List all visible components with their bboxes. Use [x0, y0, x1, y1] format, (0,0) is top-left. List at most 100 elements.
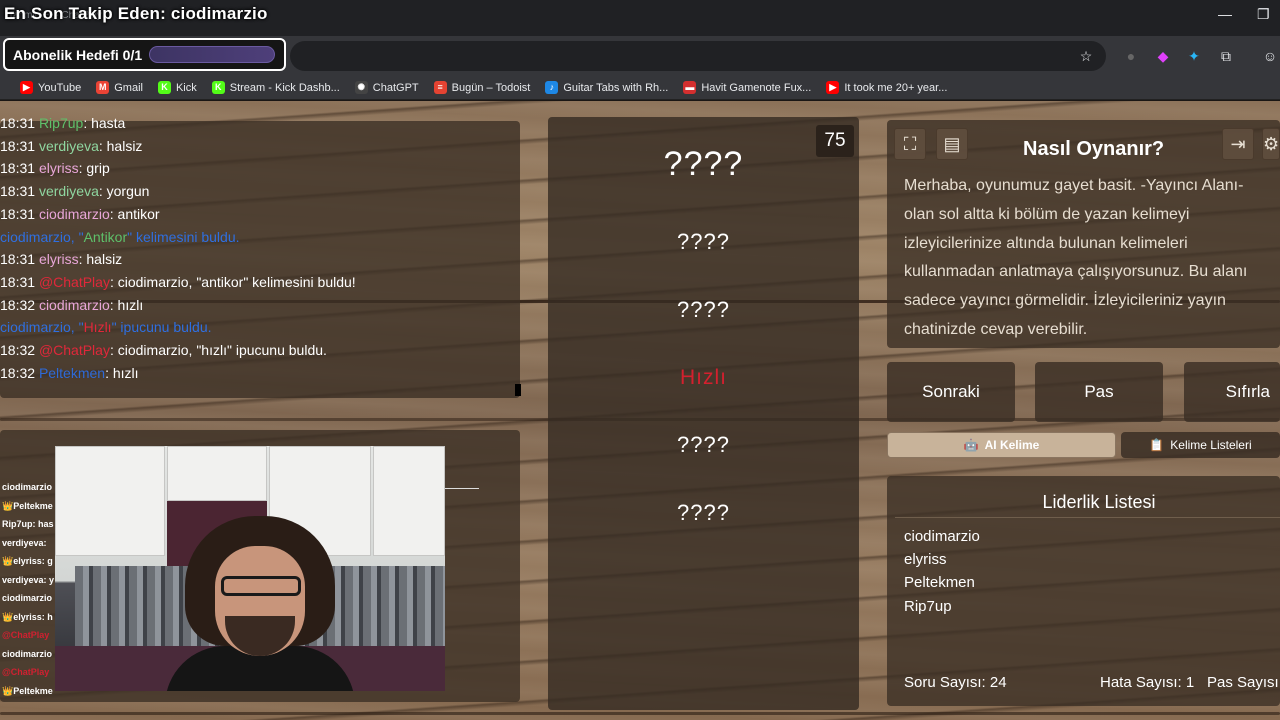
- bookmark-favicon-icon: M: [96, 81, 110, 94]
- bookmark-favicon-icon: ✺: [354, 81, 368, 94]
- hint-word: ????: [677, 297, 730, 322]
- webcam: [55, 446, 445, 691]
- bookmark-favicon-icon: ▶: [20, 81, 33, 94]
- chat-message: 18:31 elyriss: halsiz: [0, 248, 520, 271]
- overlay-chat-line: @ChatPlay: [2, 630, 50, 640]
- last-follower: En Son Takip Eden: ciodimarzio: [4, 4, 268, 23]
- overlay-chat-line: 👑Peltekme: [2, 500, 53, 511]
- pass-button[interactable]: Pas: [1035, 362, 1163, 422]
- sub-goal-label: Abonelik Hedefi 0/1: [13, 46, 143, 63]
- chat-text: hızlı: [117, 296, 144, 313]
- chat-message: 18:31 verdiyeva: halsiz: [0, 135, 520, 158]
- document-icon[interactable]: ▤: [936, 128, 968, 160]
- overlay-chat-line: Rip7up: has: [2, 519, 54, 529]
- chat-message: 18:32 ciodimarzio: hızlı: [0, 294, 520, 317]
- leaderboard-entry: Rip7up: [904, 597, 952, 615]
- puzzle-icon[interactable]: ⧉: [1215, 45, 1237, 67]
- bookmark-item[interactable]: K Stream - Kick Dashb...: [211, 81, 340, 94]
- fullscreen-icon[interactable]: ⛶: [894, 128, 926, 160]
- minimize-icon[interactable]: —: [1218, 6, 1232, 22]
- chat-text: halsiz: [86, 251, 123, 268]
- bookmark-favicon-icon: ≡: [433, 81, 447, 94]
- how-to-title: Nasıl Oynanır?: [1023, 138, 1165, 160]
- system-text: ciodimarzio, ": [0, 319, 84, 336]
- chat-separator: :: [109, 342, 118, 359]
- divider: [445, 488, 479, 489]
- bookmark-item[interactable]: K Kick: [157, 81, 197, 94]
- bookmark-favicon-icon: K: [157, 81, 171, 94]
- system-text: " kelimesini buldu.: [127, 228, 240, 245]
- extension-blue-icon[interactable]: ✦: [1183, 45, 1205, 67]
- avatar[interactable]: ☺: [1259, 45, 1280, 67]
- bookmark-label: Havit Gamenote Fux...: [701, 81, 812, 94]
- chat-message: 18:32 @ChatPlay: ciodimarzio, "hızlı" ip…: [0, 339, 520, 362]
- chat-message: ciodimarzio, "Antikor" kelimesini buldu.: [0, 226, 520, 249]
- leaderboard-entry: ciodimarzio: [904, 528, 980, 545]
- address-bar[interactable]: [290, 41, 1106, 71]
- chat-separator: :: [109, 205, 118, 222]
- gear-icon[interactable]: ⚙: [1262, 128, 1280, 160]
- bookmark-label: Stream - Kick Dashb...: [229, 81, 340, 94]
- chat-text: ciodimarzio, "hızlı" ipucunu buldu.: [117, 342, 327, 359]
- chat-separator: :: [98, 183, 107, 200]
- extension-icon[interactable]: ●: [1120, 45, 1142, 67]
- exit-icon[interactable]: ⇥: [1222, 128, 1254, 160]
- hint-word: ????: [677, 500, 730, 525]
- chat-time: 18:31: [0, 137, 36, 154]
- bookmark-item[interactable]: ▶ It took me 20+ year...: [826, 81, 947, 94]
- chat-message: 18:31 Rip7up: hasta: [0, 112, 520, 135]
- overlay-chat-line: ciodimarzio: [2, 648, 53, 659]
- leaderboard-title: Liderlik Listesi: [1042, 492, 1156, 512]
- chat-separator: :: [83, 115, 92, 131]
- chat-separator: :: [109, 296, 118, 313]
- bookmark-item[interactable]: M Gmail: [96, 81, 143, 94]
- leaderboard-entry: Peltekmen: [904, 574, 975, 592]
- bookmark-favicon-icon: ▬: [683, 81, 697, 94]
- word-lists-button[interactable]: 📋 Kelime Listeleri: [1121, 432, 1280, 458]
- next-button[interactable]: Sonraki: [887, 362, 1015, 422]
- hint-word: ????: [677, 229, 730, 254]
- bookmark-item[interactable]: ▶ YouTube: [20, 81, 81, 94]
- system-text: " ipucunu buldu.: [111, 319, 212, 336]
- reset-button[interactable]: Sıfırla: [1184, 362, 1280, 422]
- hint-word-revealed: Hızlı: [680, 366, 727, 389]
- bookmark-star-icon[interactable]: ☆: [1075, 45, 1097, 67]
- chat-message: 18:32 Peltekmen: hızlı: [0, 362, 520, 385]
- overlay-chat-line: ciodimarzio: [2, 593, 53, 603]
- chat-time: 18:31: [0, 205, 36, 222]
- system-text: ciodimarzio, ": [0, 228, 84, 245]
- overlay-chat-line: 👑Peltekme: [2, 685, 53, 696]
- bookmark-label: Bugün – Todoist: [451, 81, 531, 94]
- maximize-icon[interactable]: ❐: [1257, 6, 1270, 23]
- chat-time: 18:32: [0, 342, 36, 359]
- chat-username: verdiyeva: [38, 137, 99, 154]
- bookmark-label: Kick: [175, 81, 197, 94]
- ai-word-label: AI Kelime: [984, 438, 1040, 452]
- found-word: Hızlı: [83, 319, 112, 336]
- bookmark-label: ChatGPT: [372, 81, 419, 94]
- bookmark-favicon-icon: ♪: [545, 81, 559, 94]
- bookmark-item[interactable]: ✺ ChatGPT: [354, 81, 419, 94]
- word-lists-label: Kelime Listeleri: [1170, 438, 1252, 452]
- chat-text: hasta: [91, 115, 126, 131]
- chat-text: yorgun: [106, 183, 150, 200]
- chat-username: ciodimarzio: [38, 205, 110, 222]
- chat-username: elyriss: [38, 160, 79, 177]
- robot-icon: 🤖: [963, 438, 979, 452]
- pass-count: Pas Sayısı: 1: [1207, 674, 1280, 691]
- bookmark-item[interactable]: ♪ Guitar Tabs with Rh...: [545, 81, 668, 94]
- ai-word-button[interactable]: 🤖 AI Kelime: [887, 432, 1116, 458]
- wood-crack: [0, 712, 1280, 715]
- chat-scrollbar[interactable]: [515, 384, 521, 396]
- bookmark-item[interactable]: ▬ Havit Gamenote Fux...: [683, 81, 811, 94]
- chat-username: elyriss: [38, 251, 79, 268]
- chat-time: 18:31: [0, 273, 36, 290]
- bookmark-item[interactable]: ≡ Bugün – Todoist: [433, 81, 531, 94]
- chat-log: 18:31 Rip7up: hasta 18:31 verdiyeva: hals…: [0, 112, 520, 384]
- extension-purple-icon[interactable]: ◆: [1152, 45, 1174, 67]
- chat-username: Rip7up: [38, 115, 84, 131]
- stream-scene: Tahmin Et - ChatPlay — ❐ ☆ ● ◆ ✦ ⧉ ☺ ▶ Yo…: [0, 0, 1280, 720]
- chat-username: ciodimarzio: [38, 296, 110, 313]
- leaderboard-entry: elyriss: [904, 551, 947, 569]
- error-count: Hata Sayısı: 1: [1100, 674, 1195, 691]
